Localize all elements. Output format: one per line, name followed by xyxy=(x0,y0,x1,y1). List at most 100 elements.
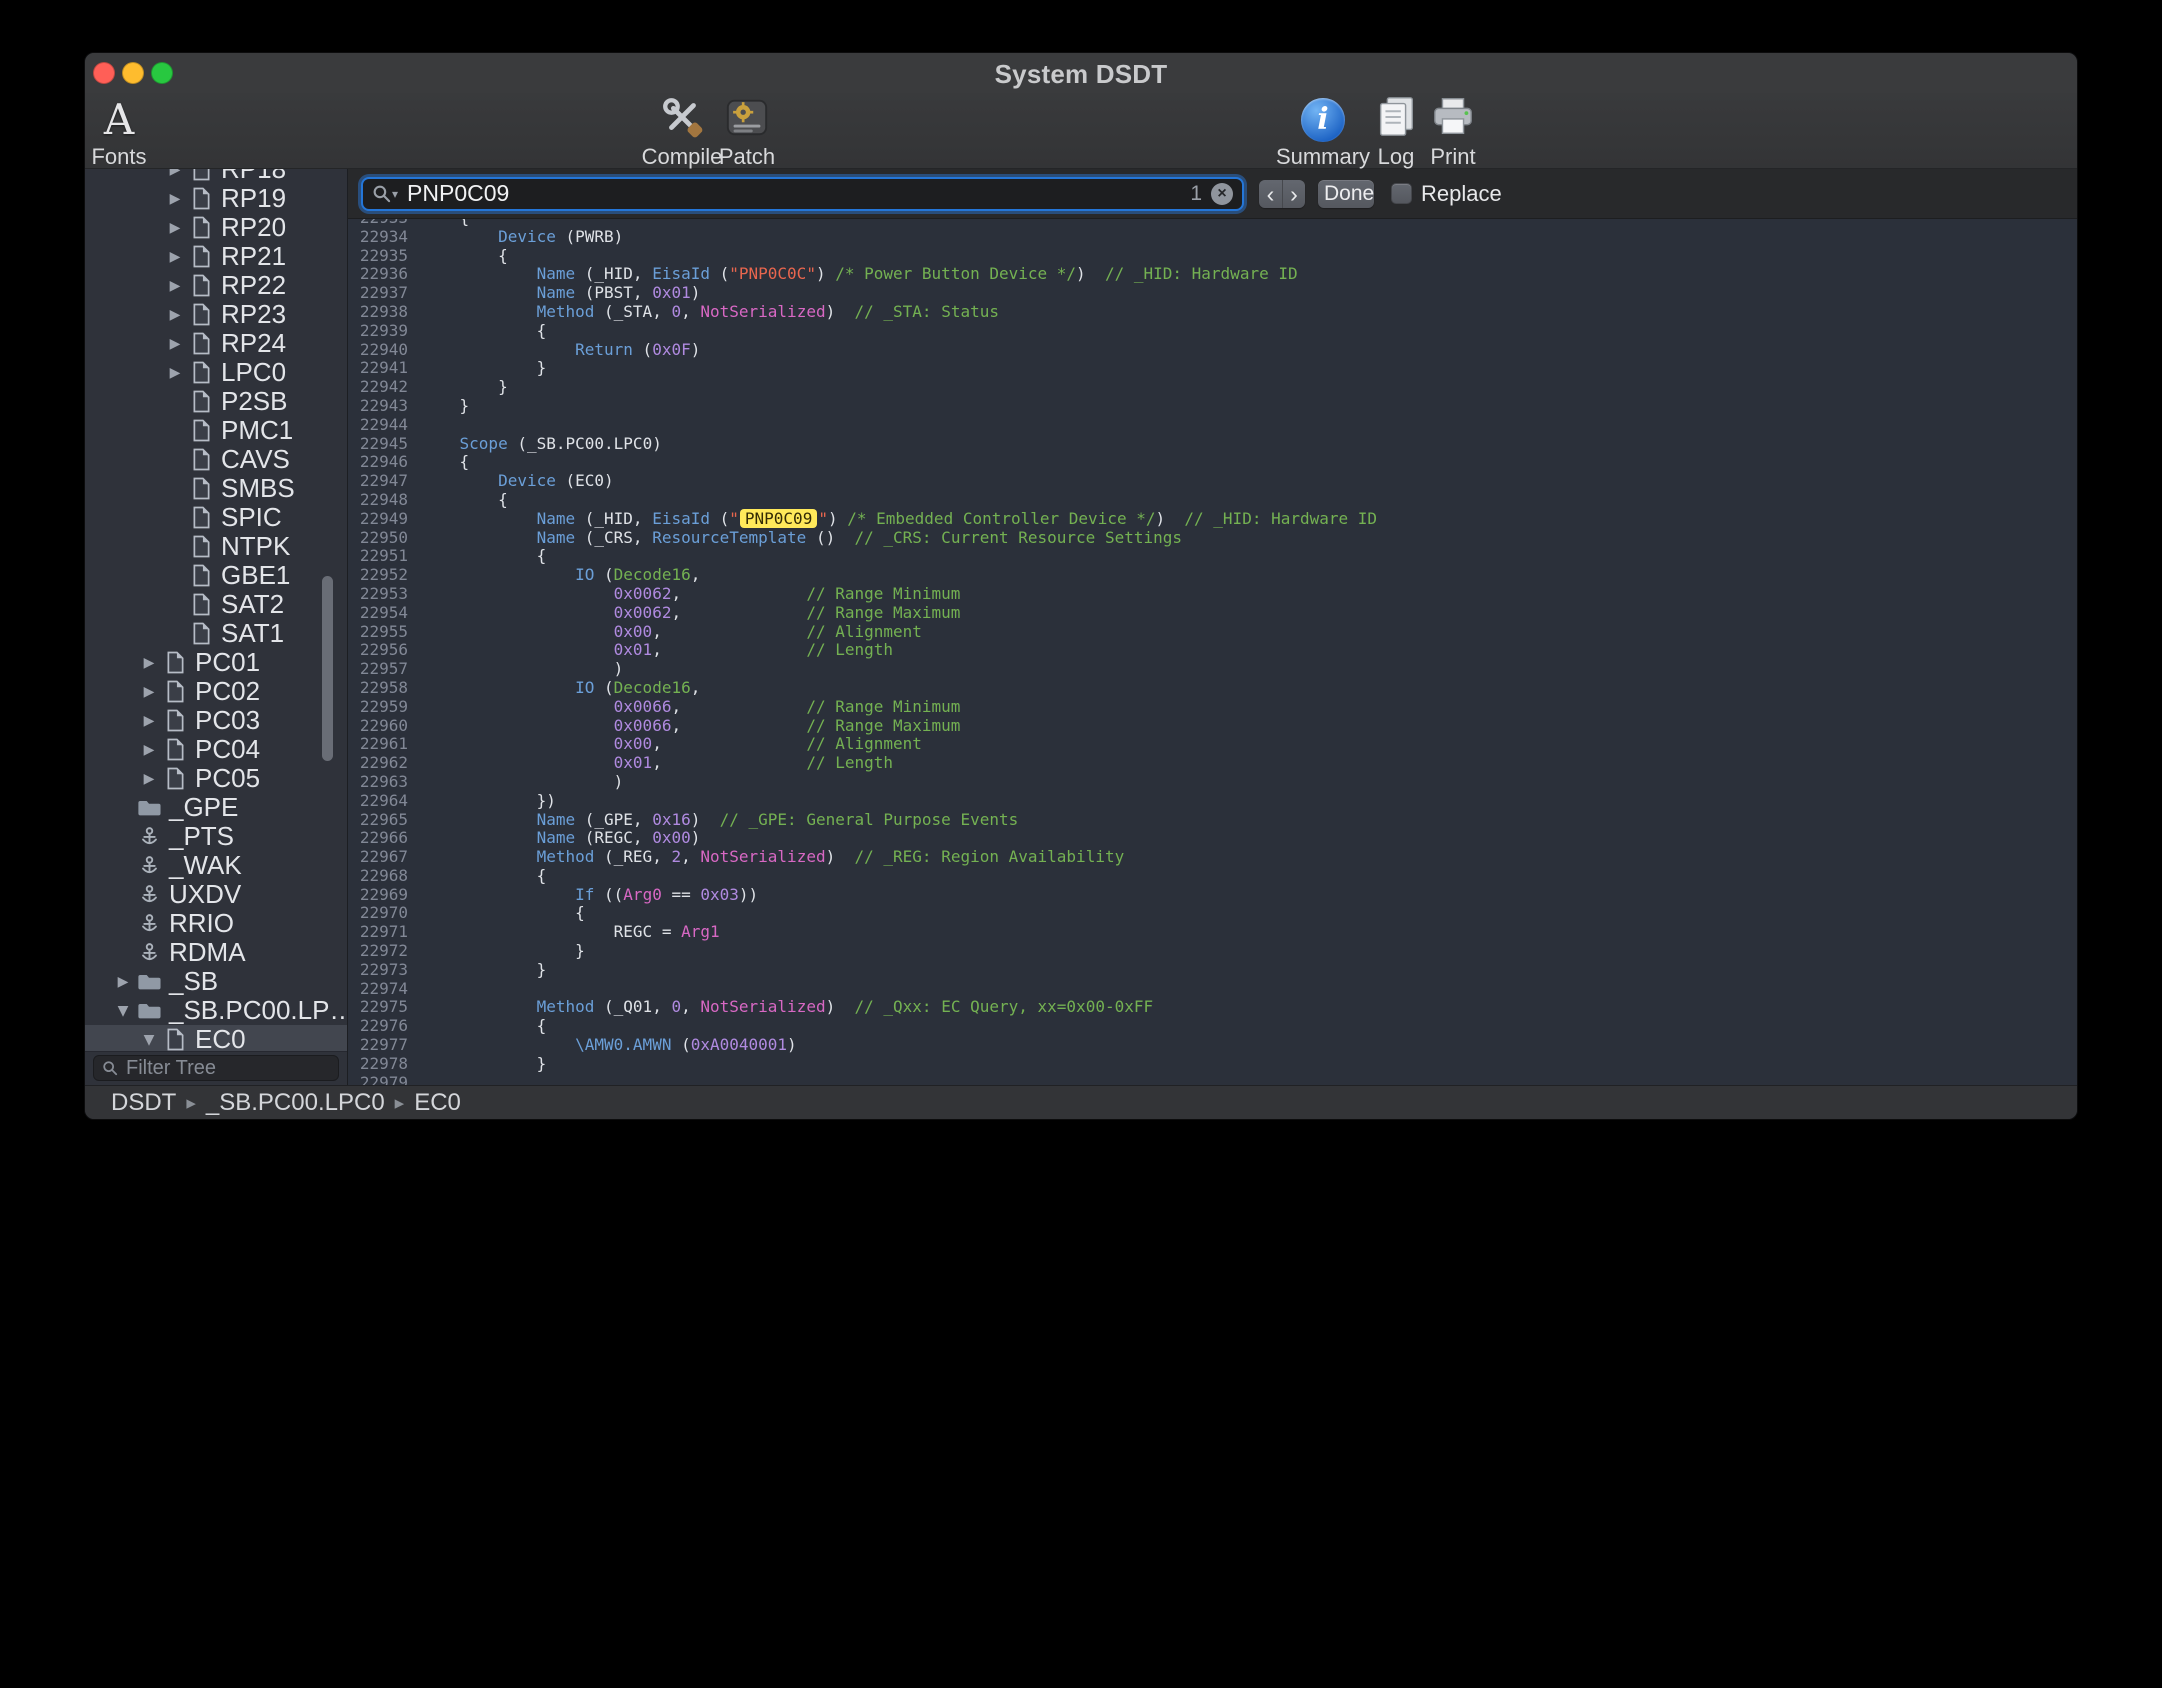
titlebar[interactable]: System DSDT xyxy=(85,53,2077,93)
sidebar-item-ec0[interactable]: ▼EC0 xyxy=(85,1025,347,1051)
breadcrumb-item[interactable]: EC0 xyxy=(414,1089,461,1117)
code-line[interactable]: 22960 0x0066, // Range Maximum xyxy=(348,717,2077,736)
summary-button[interactable]: i Summary xyxy=(1278,96,1368,170)
chevron-right-icon[interactable]: ▶ xyxy=(137,685,161,699)
code-line[interactable]: 22945 Scope (_SB.PC00.LPC0) xyxy=(348,435,2077,454)
sidebar-item-rp21[interactable]: ▶RP21 xyxy=(85,242,347,271)
code-line[interactable]: 22934 Device (PWRB) xyxy=(348,228,2077,247)
code-line[interactable]: 22978 } xyxy=(348,1055,2077,1074)
search-input[interactable] xyxy=(405,179,1190,208)
find-next-button[interactable]: › xyxy=(1282,180,1305,208)
code-line[interactable]: 22949 Name (_HID, EisaId ("PNP0C09") /* … xyxy=(348,510,2077,529)
compile-button[interactable]: Compile xyxy=(650,96,714,170)
sidebar-item-sat2[interactable]: SAT2 xyxy=(85,590,347,619)
code-line[interactable]: 22937 Name (PBST, 0x01) xyxy=(348,284,2077,303)
sidebar-item-p2sb[interactable]: P2SB xyxy=(85,387,347,416)
code-line[interactable]: 22962 0x01, // Length xyxy=(348,754,2077,773)
code-line[interactable]: 22947 Device (EC0) xyxy=(348,472,2077,491)
chevron-right-icon[interactable]: ▶ xyxy=(137,714,161,728)
code-line[interactable]: 22957 ) xyxy=(348,660,2077,679)
code-line[interactable]: 22946 { xyxy=(348,453,2077,472)
sidebar-item-gpe[interactable]: _GPE xyxy=(85,793,347,822)
sidebar-item-rrio[interactable]: RRIO xyxy=(85,909,347,938)
sidebar-item-rp23[interactable]: ▶RP23 xyxy=(85,300,347,329)
sidebar-item-pts[interactable]: _PTS xyxy=(85,822,347,851)
code-line[interactable]: 22958 IO (Decode16, xyxy=(348,679,2077,698)
code-line[interactable]: 22951 { xyxy=(348,547,2077,566)
replace-checkbox[interactable] xyxy=(1391,183,1412,204)
sidebar-item-pc05[interactable]: ▶PC05 xyxy=(85,764,347,793)
code-line[interactable]: 22970 { xyxy=(348,904,2077,923)
code-line[interactable]: 22976 { xyxy=(348,1017,2077,1036)
sidebar-scrollbar[interactable] xyxy=(322,576,333,761)
sidebar-item-rp19[interactable]: ▶RP19 xyxy=(85,184,347,213)
clear-search-icon[interactable]: × xyxy=(1211,183,1233,205)
chevron-right-icon[interactable]: ▶ xyxy=(137,772,161,786)
sidebar-item-pc04[interactable]: ▶PC04 xyxy=(85,735,347,764)
chevron-right-icon[interactable]: ▶ xyxy=(163,250,187,264)
sidebar-item-pc01[interactable]: ▶PC01 xyxy=(85,648,347,677)
fonts-button[interactable]: A Fonts xyxy=(87,96,151,170)
sidebar-item-spic[interactable]: SPIC xyxy=(85,503,347,532)
chevron-right-icon[interactable]: ▶ xyxy=(137,743,161,757)
code-line[interactable]: 22968 { xyxy=(348,867,2077,886)
code-line[interactable]: 22943 } xyxy=(348,397,2077,416)
code-line[interactable]: 22974 xyxy=(348,980,2077,999)
code-line[interactable]: 22935 { xyxy=(348,247,2077,266)
sidebar-item-rp22[interactable]: ▶RP22 xyxy=(85,271,347,300)
code-line[interactable]: 22973 } xyxy=(348,961,2077,980)
log-button[interactable]: Log xyxy=(1370,96,1422,170)
code-line[interactable]: 22938 Method (_STA, 0, NotSerialized) //… xyxy=(348,303,2077,322)
filter-field[interactable] xyxy=(93,1055,339,1081)
code-line[interactable]: 22963 ) xyxy=(348,773,2077,792)
code-line[interactable]: 22944 xyxy=(348,416,2077,435)
done-button[interactable]: Done xyxy=(1318,180,1374,208)
breadcrumb-item[interactable]: _SB.PC00.LPC0 xyxy=(206,1089,385,1117)
chevron-right-icon[interactable]: ▶ xyxy=(163,169,187,177)
code-line[interactable]: 22966 Name (REGC, 0x00) xyxy=(348,829,2077,848)
breadcrumb-item[interactable]: DSDT xyxy=(111,1089,176,1117)
code-line[interactable]: 22967 Method (_REG, 2, NotSerialized) //… xyxy=(348,848,2077,867)
code-line[interactable]: 22969 If ((Arg0 == 0x03)) xyxy=(348,886,2077,905)
code-line[interactable]: 22979 xyxy=(348,1074,2077,1085)
code-line[interactable]: 22950 Name (_CRS, ResourceTemplate () //… xyxy=(348,529,2077,548)
code-line[interactable]: 22953 0x0062, // Range Minimum xyxy=(348,585,2077,604)
code-line[interactable]: 22977 \AMW0.AMWN (0xA0040001) xyxy=(348,1036,2077,1055)
search-field[interactable]: ▾ 1 × xyxy=(361,177,1244,211)
sidebar-item-rp20[interactable]: ▶RP20 xyxy=(85,213,347,242)
sidebar-item-rp18[interactable]: ▶RP18 xyxy=(85,169,347,184)
code-line[interactable]: 22965 Name (_GPE, 0x16) // _GPE: General… xyxy=(348,811,2077,830)
sidebar-item-wak[interactable]: _WAK xyxy=(85,851,347,880)
sidebar-item-pmc1[interactable]: PMC1 xyxy=(85,416,347,445)
code-line[interactable]: 22936 Name (_HID, EisaId ("PNP0C0C") /* … xyxy=(348,265,2077,284)
chevron-right-icon[interactable]: ▶ xyxy=(163,337,187,351)
code-line[interactable]: 22952 IO (Decode16, xyxy=(348,566,2077,585)
chevron-right-icon[interactable]: ▶ xyxy=(163,308,187,322)
code-line[interactable]: 22955 0x00, // Alignment xyxy=(348,623,2077,642)
chevron-down-icon[interactable]: ▼ xyxy=(137,1033,161,1047)
sidebar-item-sb-pc00-lp[interactable]: ▼_SB.PC00.LP… xyxy=(85,996,347,1025)
search-icon[interactable]: ▾ xyxy=(372,184,398,203)
chevron-right-icon[interactable]: ▶ xyxy=(111,975,135,989)
code-line[interactable]: 22941 } xyxy=(348,359,2077,378)
sidebar-item-smbs[interactable]: SMBS xyxy=(85,474,347,503)
code-line[interactable]: 22954 0x0062, // Range Maximum xyxy=(348,604,2077,623)
sidebar-item-ntpk[interactable]: NTPK xyxy=(85,532,347,561)
code-line[interactable]: 22959 0x0066, // Range Minimum xyxy=(348,698,2077,717)
code-line[interactable]: 22956 0x01, // Length xyxy=(348,641,2077,660)
sidebar-item-cavs[interactable]: CAVS xyxy=(85,445,347,474)
chevron-right-icon[interactable]: ▶ xyxy=(137,656,161,670)
sidebar-item-pc02[interactable]: ▶PC02 xyxy=(85,677,347,706)
chevron-down-icon[interactable]: ▼ xyxy=(111,1004,135,1018)
sidebar-item-uxdv[interactable]: UXDV xyxy=(85,880,347,909)
sidebar-item-gbe1[interactable]: GBE1 xyxy=(85,561,347,590)
code-line[interactable]: 22972 } xyxy=(348,942,2077,961)
find-previous-button[interactable]: ‹ xyxy=(1259,180,1282,208)
sidebar-item-rdma[interactable]: RDMA xyxy=(85,938,347,967)
print-button[interactable]: Print xyxy=(1424,96,1482,170)
sidebar-item-rp24[interactable]: ▶RP24 xyxy=(85,329,347,358)
chevron-right-icon[interactable]: ▶ xyxy=(163,221,187,235)
code-line[interactable]: 22939 { xyxy=(348,322,2077,341)
code-line[interactable]: 22940 Return (0x0F) xyxy=(348,341,2077,360)
code-line[interactable]: 22971 REGC = Arg1 xyxy=(348,923,2077,942)
